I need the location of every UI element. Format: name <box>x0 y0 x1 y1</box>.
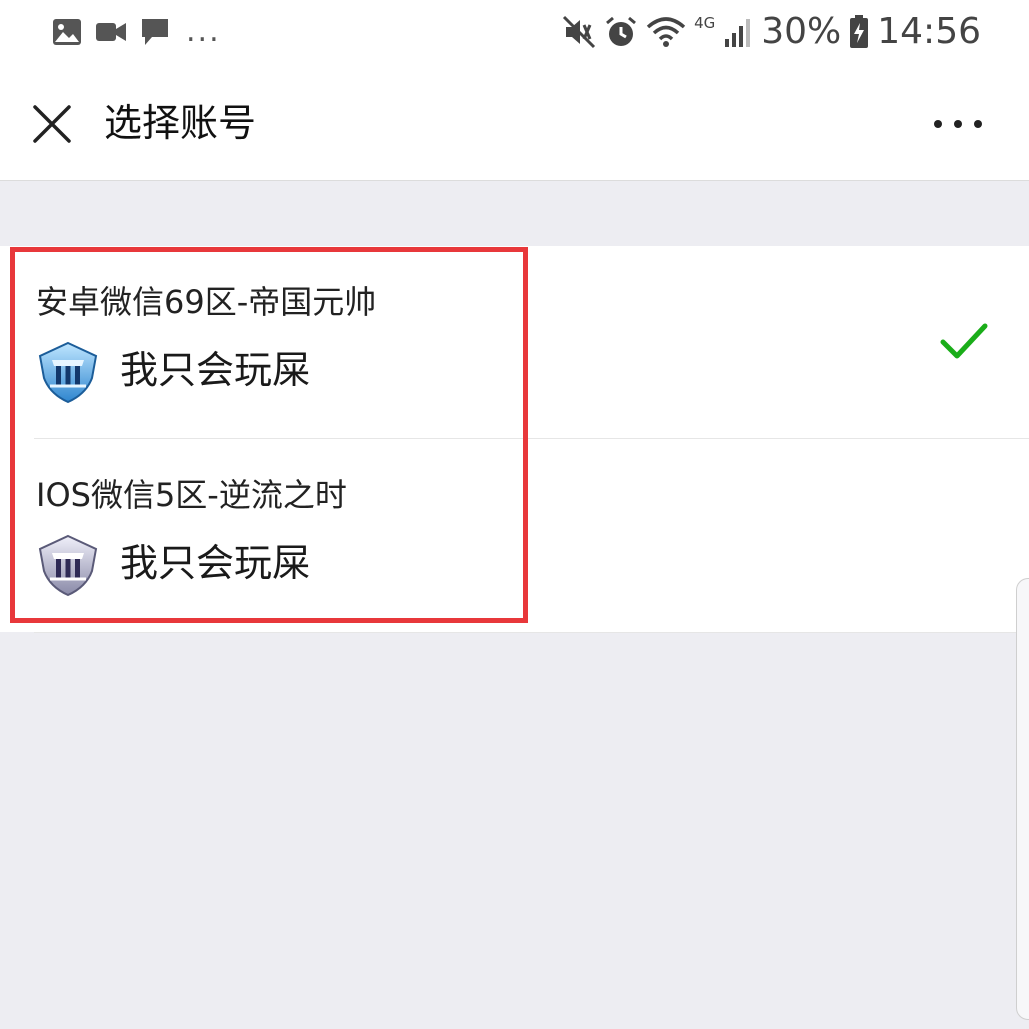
account-item[interactable]: 安卓微信69区-帝国元帅 我只会玩屎 <box>0 246 1029 439</box>
role-name: 我只会玩屎 <box>120 348 311 392</box>
server-name: 安卓微信69区-帝国元帅 <box>36 283 377 321</box>
wifi-icon <box>646 15 686 49</box>
notification-area: ... <box>52 14 221 50</box>
more-icon <box>934 120 982 128</box>
battery-percent: 30% <box>761 11 842 52</box>
list-bottom-divider <box>34 632 1029 633</box>
rank-badge-icon <box>36 533 100 597</box>
rank-badge-icon <box>36 340 100 404</box>
signal-icon <box>723 15 753 49</box>
more-button[interactable] <box>933 112 983 136</box>
server-name: IOS微信5区-逆流之时 <box>36 476 347 514</box>
alarm-icon <box>604 15 638 49</box>
clock: 14:56 <box>877 11 981 52</box>
chat-icon <box>140 17 170 47</box>
image-icon <box>52 18 82 46</box>
mute-icon <box>562 15 596 49</box>
system-status: 4G 30% 14:56 <box>562 10 981 54</box>
battery-charging-icon <box>849 15 869 49</box>
check-icon <box>939 322 989 364</box>
video-icon <box>96 21 126 43</box>
network-label: 4G <box>694 14 716 32</box>
more-notifications: ... <box>186 14 221 49</box>
close-button[interactable] <box>30 102 74 146</box>
account-list: 安卓微信69区-帝国元帅 我只会玩屎 IOS微信5区-逆流之时 我只会玩屎 <box>0 246 1029 632</box>
role-name: 我只会玩屎 <box>120 541 311 585</box>
page-title: 选择账号 <box>104 101 257 145</box>
close-icon <box>33 105 71 143</box>
edge-panel-handle[interactable] <box>1016 578 1029 1020</box>
account-item[interactable]: IOS微信5区-逆流之时 我只会玩屎 <box>0 439 1029 631</box>
status-bar: ... 4G 30% 14:56 <box>0 0 1029 64</box>
app-header: 选择账号 <box>0 64 1029 181</box>
